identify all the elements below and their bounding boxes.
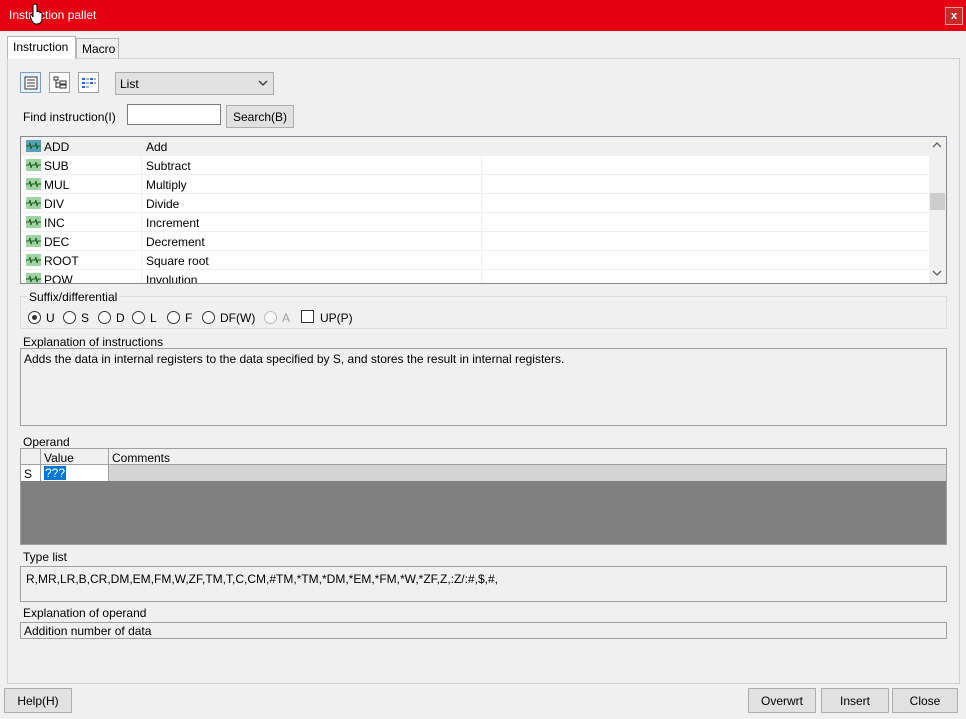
list-view-button[interactable]	[20, 72, 41, 93]
find-instruction-input[interactable]	[127, 104, 221, 125]
instruction-icon	[26, 159, 41, 171]
list-scrollbar[interactable]	[929, 137, 946, 283]
instruction-name: MUL	[44, 178, 70, 192]
operand-explanation-box: Addition number of data	[20, 622, 947, 639]
instruction-name: SUB	[44, 159, 69, 173]
type-list-label: Type list	[23, 550, 68, 564]
close-button[interactable]: Close	[892, 688, 958, 713]
detail-view-icon	[81, 77, 96, 88]
instruction-desc: Increment	[146, 216, 200, 230]
operand-explanation-text: Addition number of data	[24, 624, 152, 638]
instruction-icon	[26, 216, 41, 228]
instruction-icon	[26, 178, 41, 190]
instruction-row-pow[interactable]: POW Involution	[21, 270, 929, 284]
instruction-name: ADD	[44, 140, 70, 154]
operand-value-cell[interactable]: ???	[41, 465, 109, 481]
header-comments: Comments	[112, 451, 171, 465]
help-button[interactable]: Help(H)	[4, 688, 72, 713]
list-view-icon	[24, 76, 37, 89]
instruction-row-div[interactable]: DIV Divide	[21, 194, 929, 213]
instruction-row-dec[interactable]: DEC Decrement	[21, 232, 929, 251]
scroll-down-icon[interactable]	[932, 269, 942, 277]
suffix-radio-f[interactable]	[167, 311, 180, 324]
suffix-radio-d[interactable]	[98, 311, 111, 324]
instruction-desc: Subtract	[146, 159, 191, 173]
instruction-desc: Add	[146, 140, 168, 154]
find-instruction-label: Find instruction(I)	[23, 110, 116, 124]
instruction-icon	[26, 140, 41, 152]
view-mode-select[interactable]: List	[115, 72, 274, 95]
instruction-desc: Multiply	[146, 178, 187, 192]
overwrite-button[interactable]: Overwrt	[748, 688, 816, 713]
operand-row[interactable]: S ???	[21, 465, 946, 481]
close-window-button[interactable]: x	[945, 7, 963, 25]
operand-name: S	[21, 465, 41, 481]
title-bar	[0, 0, 966, 31]
chevron-down-icon	[258, 80, 268, 86]
instruction-row-sub[interactable]: SUB Subtract	[21, 156, 929, 175]
instruction-name: ROOT	[44, 254, 79, 268]
suffix-label-l: L	[150, 311, 157, 325]
suffix-group	[20, 296, 947, 329]
scroll-up-icon[interactable]	[932, 141, 942, 149]
instruction-desc: Involution	[146, 273, 198, 284]
operand-value[interactable]: ???	[44, 466, 67, 480]
window-title: Instruction pallet	[9, 8, 97, 22]
instruction-name: INC	[44, 216, 65, 230]
instruction-row-root[interactable]: ROOT Square root	[21, 251, 929, 270]
explanation-label: Explanation of instructions	[23, 335, 164, 349]
instruction-desc: Divide	[146, 197, 180, 211]
instruction-row-mul[interactable]: MUL Multiply	[21, 175, 929, 194]
tree-view-button[interactable]	[49, 72, 70, 93]
header-corner	[21, 449, 41, 465]
insert-button[interactable]: Insert	[821, 688, 889, 713]
suffix-radio-a	[264, 311, 277, 324]
explanation-text: Adds the data in internal registers to t…	[24, 352, 565, 366]
suffix-label-u: U	[46, 311, 55, 325]
mouse-pointer-icon	[30, 3, 43, 25]
instruction-desc: Square root	[146, 254, 209, 268]
up-checkbox-label: UP(P)	[320, 311, 353, 325]
suffix-radio-s[interactable]	[63, 311, 76, 324]
instruction-list[interactable]: ADD Add SUB Subtract MUL Multiply DIV Di…	[20, 136, 947, 284]
explanation-text-box: Adds the data in internal registers to t…	[20, 348, 947, 426]
suffix-label-f: F	[185, 311, 193, 325]
tab-instruction-label: Instruction	[13, 40, 69, 54]
suffix-group-label: Suffix/differential	[27, 290, 120, 304]
view-mode-value: List	[120, 77, 139, 91]
suffix-radio-u[interactable]	[28, 311, 41, 324]
suffix-label-dfw: DF(W)	[220, 311, 256, 325]
type-list-text: R,MR,LR,B,CR,DM,EM,FM,W,ZF,TM,T,C,CM,#TM…	[26, 572, 499, 586]
instruction-name: POW	[44, 273, 73, 284]
instruction-name: DIV	[44, 197, 65, 211]
tab-instruction[interactable]: Instruction	[7, 36, 76, 59]
tree-view-icon	[53, 76, 66, 88]
operand-label: Operand	[23, 435, 70, 449]
tab-macro[interactable]: Macro	[76, 38, 119, 59]
instruction-row-add[interactable]: ADD Add	[21, 137, 929, 156]
suffix-label-s: S	[81, 311, 90, 325]
suffix-label-d: D	[116, 311, 125, 325]
instruction-desc: Decrement	[146, 235, 205, 249]
up-checkbox[interactable]	[301, 310, 314, 323]
operand-grid[interactable]: Value Comments S ???	[20, 448, 947, 545]
instruction-name: DEC	[44, 235, 70, 249]
operand-grid-header: Value Comments	[21, 449, 946, 465]
operand-explanation-label: Explanation of operand	[23, 606, 147, 620]
tab-macro-label: Macro	[82, 42, 116, 56]
type-list-box: R,MR,LR,B,CR,DM,EM,FM,W,ZF,TM,T,C,CM,#TM…	[20, 566, 947, 602]
scrollbar-thumb[interactable]	[930, 193, 945, 210]
instruction-row-inc[interactable]: INC Increment	[21, 213, 929, 232]
instruction-icon	[26, 197, 41, 209]
suffix-label-a: A	[282, 311, 291, 325]
instruction-icon	[26, 235, 41, 247]
search-button[interactable]: Search(B)	[226, 105, 294, 128]
detail-view-button[interactable]	[78, 72, 99, 93]
suffix-radio-l[interactable]	[132, 311, 145, 324]
header-value: Value	[41, 449, 109, 465]
instruction-icon	[26, 273, 41, 283]
suffix-radio-dfw[interactable]	[202, 311, 215, 324]
instruction-icon	[26, 254, 41, 266]
operand-comment[interactable]	[109, 465, 946, 481]
